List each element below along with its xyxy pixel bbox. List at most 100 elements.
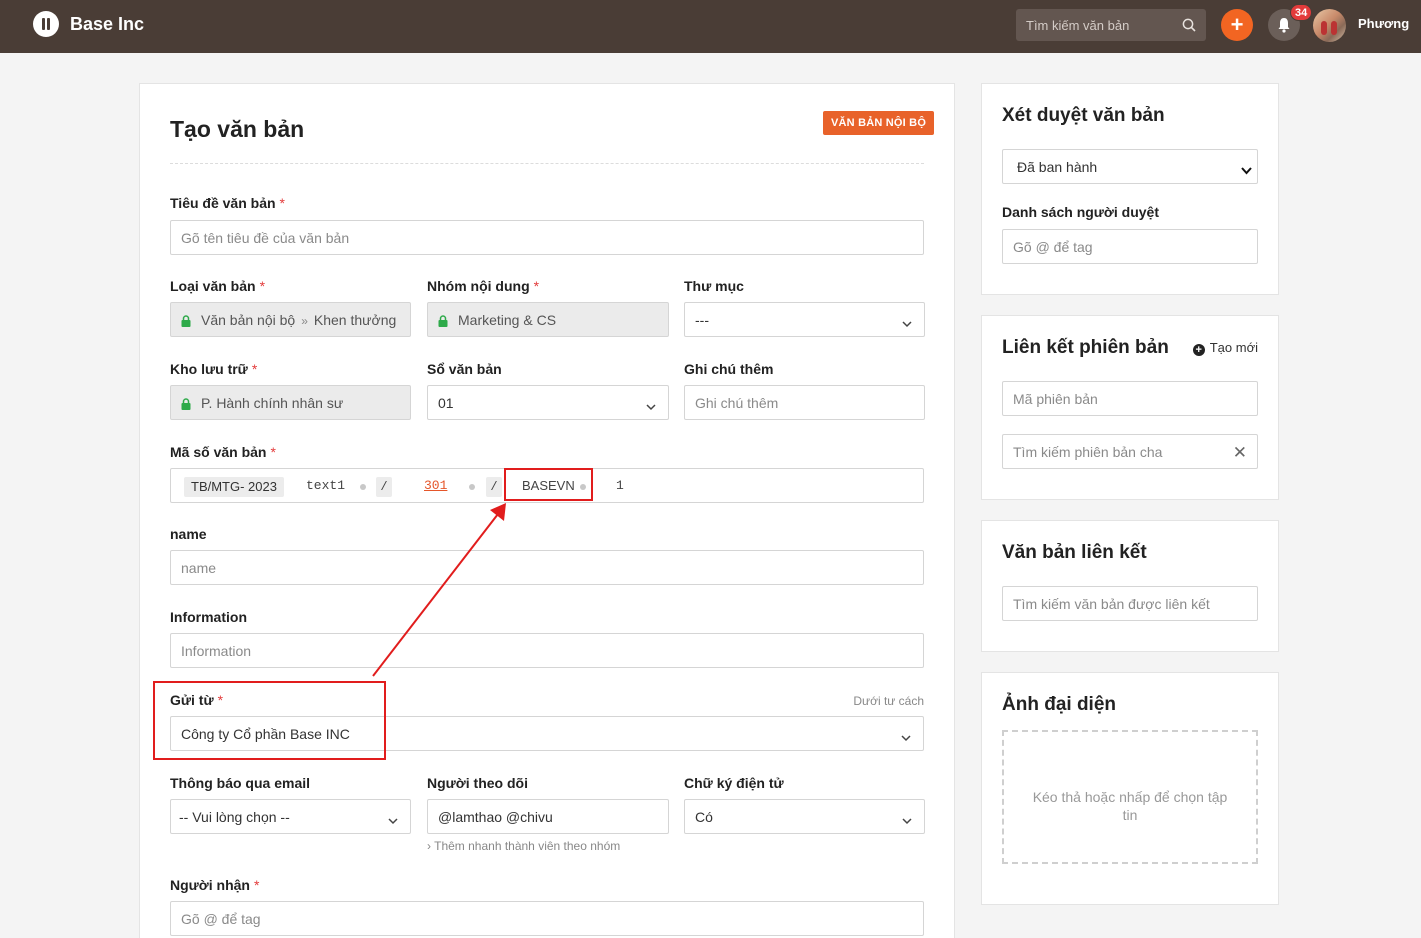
parent-version-input[interactable] bbox=[1003, 435, 1223, 468]
doc-book-select[interactable]: 01 bbox=[427, 385, 669, 420]
sent-from-role-hint: Dưới tư cách bbox=[853, 694, 924, 708]
file-dropzone[interactable]: Kéo thả hoặc nhấp để chọn tập tin bbox=[1002, 730, 1258, 864]
e-signature-label: Chữ ký điện tử bbox=[684, 775, 784, 791]
folder-value: --- bbox=[695, 312, 709, 328]
storage-field: P. Hành chính nhân sư bbox=[170, 385, 411, 420]
email-notify-value: -- Vui lòng chọn -- bbox=[179, 809, 290, 825]
extra-note-input[interactable] bbox=[685, 386, 924, 419]
name-label: name bbox=[170, 526, 207, 542]
doc-code-slash[interactable]: / bbox=[486, 477, 502, 497]
storage-value: P. Hành chính nhân sư bbox=[201, 395, 344, 411]
create-new-button[interactable]: + bbox=[1221, 9, 1253, 41]
lock-icon bbox=[181, 397, 191, 413]
lock-icon bbox=[181, 314, 191, 330]
breadcrumb-separator: » bbox=[301, 314, 308, 328]
extra-note-field bbox=[684, 385, 925, 420]
extra-note-label: Ghi chú thêm bbox=[684, 361, 774, 377]
doc-code-sequence[interactable]: 1 bbox=[616, 478, 624, 493]
title-divider bbox=[170, 163, 924, 164]
doc-book-value: 01 bbox=[438, 395, 454, 411]
approval-status-value: Đã ban hành bbox=[1017, 159, 1098, 175]
chevron-down-icon bbox=[646, 398, 656, 414]
version-link-title: Liên kết phiên bản bbox=[1002, 337, 1169, 358]
chevron-down-icon bbox=[902, 315, 912, 331]
version-code-input[interactable] bbox=[1003, 382, 1257, 415]
approvers-label: Danh sách người duyệt bbox=[1002, 204, 1160, 220]
doc-code-number[interactable]: 301 bbox=[424, 478, 447, 493]
segment-dot-icon bbox=[469, 484, 475, 490]
doc-code-slash[interactable]: / bbox=[376, 477, 392, 497]
linked-documents-search bbox=[1002, 586, 1258, 621]
e-signature-value: Có bbox=[695, 809, 713, 825]
recipients-label: Người nhận * bbox=[170, 877, 260, 893]
global-search bbox=[1016, 9, 1206, 41]
linked-documents-title: Văn bản liên kết bbox=[1002, 542, 1147, 563]
chevron-down-icon bbox=[1241, 162, 1252, 178]
lock-icon bbox=[438, 314, 448, 330]
recipients-input[interactable] bbox=[171, 902, 923, 935]
email-notify-select[interactable]: -- Vui lòng chọn -- bbox=[170, 799, 411, 834]
content-group-value: Marketing & CS bbox=[458, 312, 557, 328]
parent-version-search: ✕ bbox=[1002, 434, 1258, 469]
internal-document-badge: VĂN BẢN NỘI BỘ bbox=[823, 111, 935, 135]
plus-circle-icon: + bbox=[1192, 344, 1205, 356]
followers-field[interactable]: @lamthao @chivu bbox=[427, 799, 669, 834]
followers-value: @lamthao @chivu bbox=[438, 809, 553, 825]
global-search-input[interactable] bbox=[1016, 9, 1176, 41]
storage-label: Kho lưu trữ * bbox=[170, 361, 258, 377]
name-field bbox=[170, 550, 924, 585]
doc-code-prefix-chip[interactable]: TB/MTG- 2023 bbox=[184, 477, 284, 497]
content-group-field: Marketing & CS bbox=[427, 302, 669, 337]
user-name[interactable]: Phương bbox=[1358, 16, 1409, 31]
doc-book-label: Sổ văn bản bbox=[427, 361, 502, 377]
followers-label: Người theo dõi bbox=[427, 775, 528, 791]
cover-image-card: Ảnh đại diện Kéo thả hoặc nhấp để chọn t… bbox=[981, 672, 1279, 905]
e-signature-select[interactable]: Có bbox=[684, 799, 925, 834]
approvers-input[interactable] bbox=[1003, 230, 1257, 263]
information-label: Information bbox=[170, 609, 247, 625]
search-icon[interactable] bbox=[1182, 18, 1196, 35]
name-input[interactable] bbox=[171, 551, 923, 584]
doc-code-text-segment[interactable]: text1 bbox=[306, 478, 345, 493]
doc-title-input[interactable] bbox=[171, 221, 923, 254]
doc-title-label: Tiêu đề văn bản * bbox=[170, 195, 285, 211]
content-group-label: Nhóm nội dung * bbox=[427, 278, 540, 294]
approval-title: Xét duyệt văn bản bbox=[1002, 105, 1165, 126]
doc-type-parent: Văn bản nội bộ bbox=[201, 312, 296, 328]
user-avatar[interactable] bbox=[1313, 9, 1346, 42]
page-title: Tạo văn bản bbox=[170, 116, 305, 142]
create-document-form: Tạo văn bản VĂN BẢN NỘI BỘ Tiêu đề văn b… bbox=[139, 83, 955, 938]
annotation-highlight-code-suffix bbox=[504, 468, 593, 501]
doc-code-label: Mã số văn bản * bbox=[170, 444, 276, 460]
recipients-field bbox=[170, 901, 924, 936]
segment-dot-icon bbox=[360, 484, 366, 490]
version-code-field bbox=[1002, 381, 1258, 416]
folder-select[interactable]: --- bbox=[684, 302, 925, 337]
clear-icon[interactable]: ✕ bbox=[1233, 443, 1247, 463]
approval-status-select[interactable]: Đã ban hành bbox=[1002, 149, 1258, 184]
create-version-button[interactable]: + Tạo mới bbox=[1192, 340, 1258, 356]
top-navigation-bar: Base Inc + 34 Phương bbox=[0, 0, 1421, 53]
doc-type-field: Văn bản nội bộ » Khen thưởng bbox=[170, 302, 411, 337]
information-input[interactable] bbox=[171, 634, 923, 667]
chevron-down-icon bbox=[388, 812, 398, 828]
chevron-down-icon bbox=[901, 729, 911, 745]
doc-title-field bbox=[170, 220, 924, 255]
folder-label: Thư mục bbox=[684, 278, 744, 294]
doc-type-child: Khen thưởng bbox=[313, 312, 397, 328]
chevron-down-icon bbox=[902, 812, 912, 828]
brand-name[interactable]: Base Inc bbox=[70, 14, 144, 35]
information-field bbox=[170, 633, 924, 668]
linked-documents-input[interactable] bbox=[1003, 587, 1257, 620]
annotation-highlight-sent-from bbox=[153, 681, 386, 760]
bell-icon bbox=[1278, 18, 1290, 33]
email-notify-label: Thông báo qua email bbox=[170, 775, 311, 791]
notification-count-badge: 34 bbox=[1290, 4, 1313, 21]
doc-type-label: Loại văn bản * bbox=[170, 278, 266, 294]
version-link-card: Liên kết phiên bản +Tạo mới ✕ bbox=[981, 315, 1279, 500]
approval-card: Xét duyệt văn bản Đã ban hành Danh sách … bbox=[981, 83, 1279, 295]
base-logo-icon[interactable] bbox=[33, 11, 59, 37]
cover-image-title: Ảnh đại diện bbox=[1002, 694, 1116, 715]
approvers-field bbox=[1002, 229, 1258, 264]
quick-add-group-link[interactable]: › Thêm nhanh thành viên theo nhóm bbox=[427, 839, 620, 853]
